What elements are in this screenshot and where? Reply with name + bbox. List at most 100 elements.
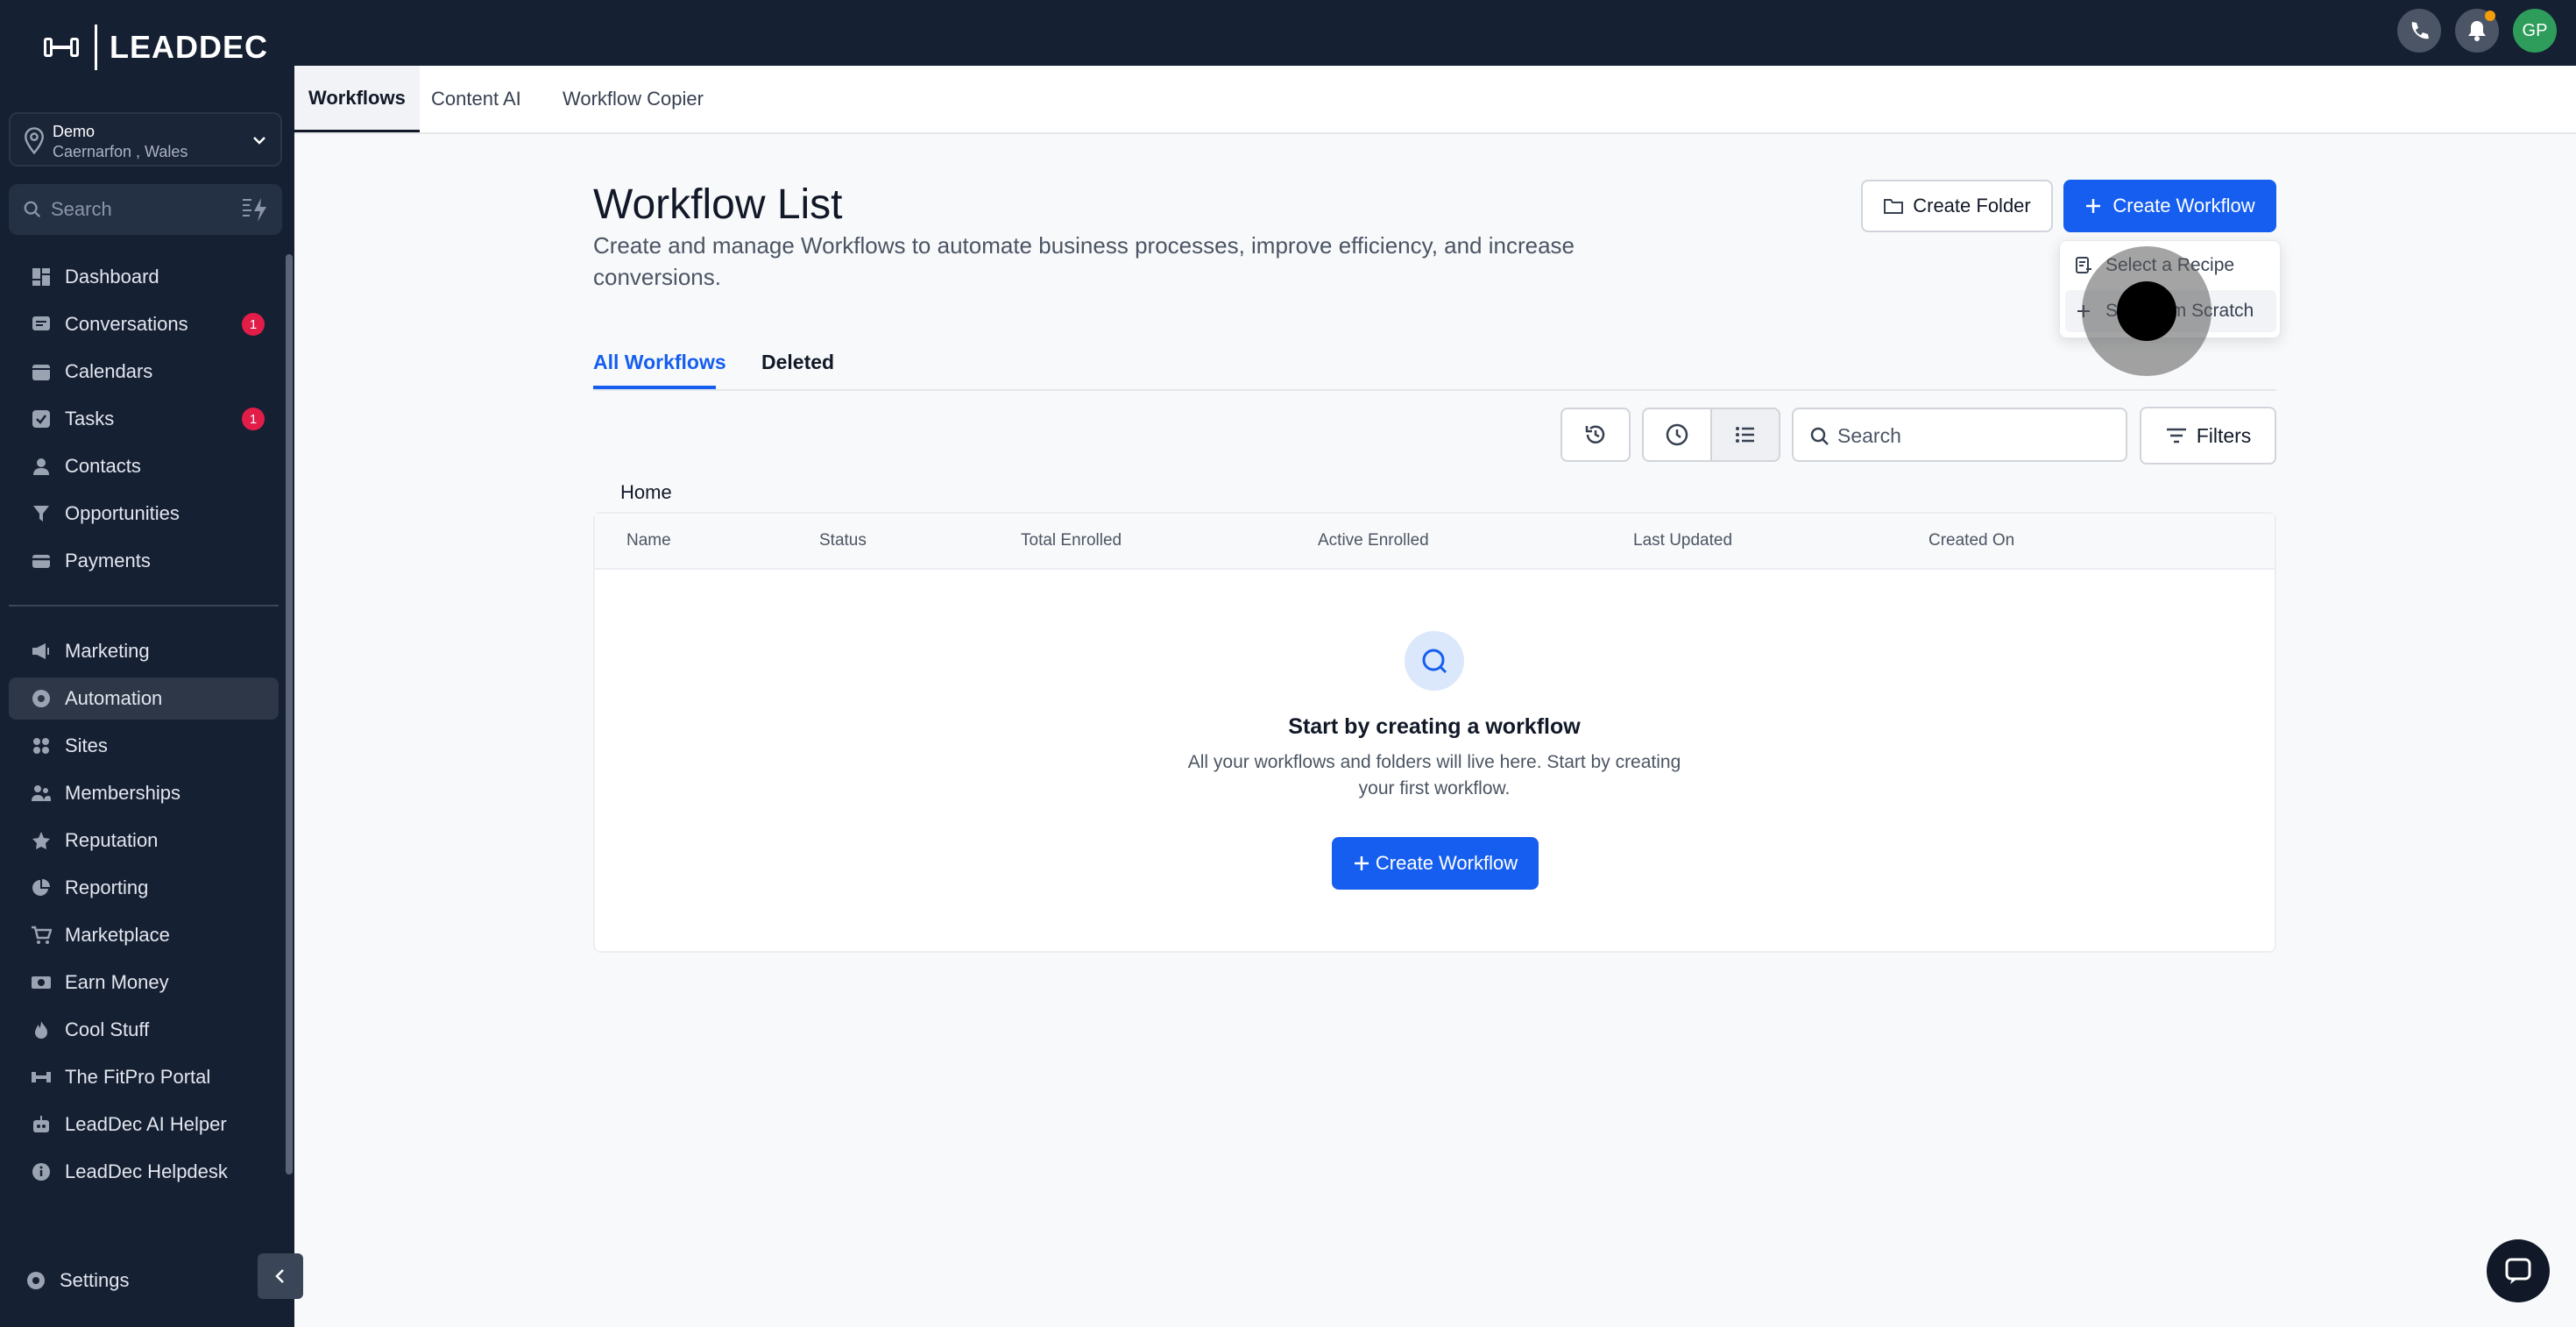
- tab-deleted[interactable]: Deleted: [761, 351, 834, 374]
- sidebar-item-helpdesk[interactable]: LeadDec Helpdesk: [9, 1151, 279, 1193]
- pie-chart-icon: [30, 876, 53, 899]
- active-tab-underline: [593, 386, 716, 389]
- empty-state-button-label: Create Workflow: [1375, 852, 1518, 874]
- recipe-icon: [2076, 257, 2091, 273]
- collapse-sidebar-button[interactable]: [258, 1253, 303, 1299]
- sidebar-item-marketing[interactable]: Marketing: [9, 630, 279, 672]
- history-icon: [1585, 425, 1605, 444]
- brand-logo[interactable]: LEADDEC: [44, 23, 268, 72]
- sidebar-item-dashboard[interactable]: Dashboard: [9, 256, 279, 298]
- sidebar-item-calendars[interactable]: Calendars: [9, 351, 279, 393]
- sidebar-search-placeholder: Search: [51, 198, 112, 220]
- column-active-enrolled[interactable]: Active Enrolled: [1318, 531, 1429, 550]
- empty-state-create-workflow-button[interactable]: Create Workflow: [1332, 837, 1539, 890]
- checkbox-icon: [30, 408, 53, 430]
- sidebar: LEADDEC Demo Caernarfon , Wales Search D…: [0, 0, 294, 1327]
- sidebar-item-label: The FitPro Portal: [65, 1066, 211, 1088]
- notifications-button[interactable]: [2455, 9, 2499, 53]
- column-created-on[interactable]: Created On: [1928, 531, 2014, 550]
- sidebar-item-reporting[interactable]: Reporting: [9, 867, 279, 909]
- timeline-view-button[interactable]: [1642, 408, 1712, 462]
- gear-icon: [25, 1269, 47, 1292]
- create-workflow-label: Create Workflow: [2112, 195, 2255, 216]
- sidebar-item-label: Reporting: [65, 876, 149, 898]
- flame-icon: [30, 1018, 53, 1041]
- sidebar-item-earn-money[interactable]: Earn Money: [9, 962, 279, 1004]
- create-workflow-button[interactable]: Create Workflow: [2063, 180, 2276, 232]
- page-title: Workflow List: [593, 181, 843, 228]
- column-last-updated[interactable]: Last Updated: [1633, 531, 1732, 550]
- notification-badge: 1: [242, 313, 265, 336]
- workflow-search-input[interactable]: Search: [1792, 408, 2127, 462]
- notification-badge: 1: [242, 408, 265, 430]
- click-indicator: [2117, 281, 2176, 341]
- sidebar-item-memberships[interactable]: Memberships: [9, 772, 279, 814]
- breadcrumb[interactable]: Home: [620, 481, 672, 504]
- sidebar-item-ai-helper[interactable]: LeadDec AI Helper: [9, 1103, 279, 1146]
- sidebar-divider: [9, 605, 279, 607]
- sidebar-item-cool-stuff[interactable]: Cool Stuff: [9, 1009, 279, 1051]
- sidebar-scrollbar[interactable]: [286, 254, 293, 1174]
- card-icon: [30, 550, 53, 572]
- sidebar-item-opportunities[interactable]: Opportunities: [9, 493, 279, 535]
- folder-icon: [1884, 199, 1904, 214]
- list-icon: [1736, 427, 1754, 443]
- phone-button[interactable]: [2397, 9, 2441, 53]
- location-switcher[interactable]: Demo Caernarfon , Wales: [9, 112, 282, 167]
- sidebar-item-contacts[interactable]: Contacts: [9, 445, 279, 487]
- dumbbell-logo-icon: [44, 34, 84, 60]
- search-icon: [1810, 427, 1829, 445]
- sidebar-item-label: Memberships: [65, 782, 181, 804]
- megaphone-icon: [30, 640, 53, 663]
- sidebar-item-label: Reputation: [65, 829, 159, 851]
- sidebar-item-marketplace[interactable]: Marketplace: [9, 914, 279, 956]
- sidebar-item-label: Calendars: [65, 360, 153, 382]
- sidebar-item-fitpro-portal[interactable]: The FitPro Portal: [9, 1056, 279, 1098]
- map-pin-icon: [25, 127, 44, 155]
- workflow-subtabs: All Workflows Deleted: [593, 342, 2276, 391]
- sidebar-item-label: Marketing: [65, 640, 150, 662]
- filter-lines-icon: [2166, 428, 2186, 444]
- automation-icon: [30, 687, 53, 710]
- sidebar-item-payments[interactable]: Payments: [9, 540, 279, 582]
- sidebar-item-label: Conversations: [65, 313, 188, 335]
- sidebar-item-sites[interactable]: Sites: [9, 725, 279, 767]
- chevron-down-icon: [253, 137, 265, 145]
- tab-workflows[interactable]: Workflows: [294, 66, 420, 132]
- sidebar-item-label: Sites: [65, 734, 108, 756]
- sidebar-item-reputation[interactable]: Reputation: [9, 820, 279, 862]
- sidebar-search-input[interactable]: Search: [9, 184, 282, 235]
- search-icon: [24, 201, 41, 218]
- column-name[interactable]: Name: [626, 531, 671, 550]
- person-icon: [30, 455, 53, 478]
- tab-all-workflows[interactable]: All Workflows: [593, 351, 726, 374]
- sidebar-item-automation[interactable]: Automation: [9, 678, 279, 720]
- filters-button[interactable]: Filters: [2140, 407, 2276, 465]
- notification-dot: [2485, 11, 2495, 21]
- chat-widget-button[interactable]: [2487, 1239, 2550, 1302]
- sidebar-item-label: Opportunities: [65, 502, 180, 524]
- tab-content-ai[interactable]: Content AI: [417, 66, 535, 132]
- create-folder-button[interactable]: Create Folder: [1861, 180, 2053, 232]
- search-placeholder: Search: [1837, 424, 1901, 447]
- top-bar: GP: [294, 0, 2576, 66]
- column-total-enrolled[interactable]: Total Enrolled: [1021, 531, 1122, 550]
- list-view-button[interactable]: [1710, 408, 1780, 462]
- settings-label: Settings: [60, 1269, 130, 1291]
- chat-icon: [30, 313, 53, 336]
- empty-state-search-icon: [1405, 631, 1464, 691]
- empty-state-description: All your workflows and folders will live…: [1187, 752, 1681, 798]
- globe-icon: [30, 734, 53, 757]
- sidebar-item-label: Contacts: [65, 455, 141, 477]
- lightning-icon[interactable]: [240, 196, 270, 223]
- tab-workflow-copier[interactable]: Workflow Copier: [548, 66, 718, 132]
- sidebar-item-conversations[interactable]: Conversations 1: [9, 303, 279, 345]
- sidebar-item-settings[interactable]: Settings: [4, 1260, 273, 1302]
- sidebar-item-tasks[interactable]: Tasks 1: [9, 398, 279, 440]
- plus-icon: [1354, 856, 1369, 870]
- column-status[interactable]: Status: [819, 531, 867, 550]
- user-avatar[interactable]: GP: [2513, 9, 2557, 53]
- cart-icon: [30, 924, 53, 947]
- recent-activity-button[interactable]: [1560, 408, 1631, 462]
- robot-icon: [30, 1113, 53, 1136]
